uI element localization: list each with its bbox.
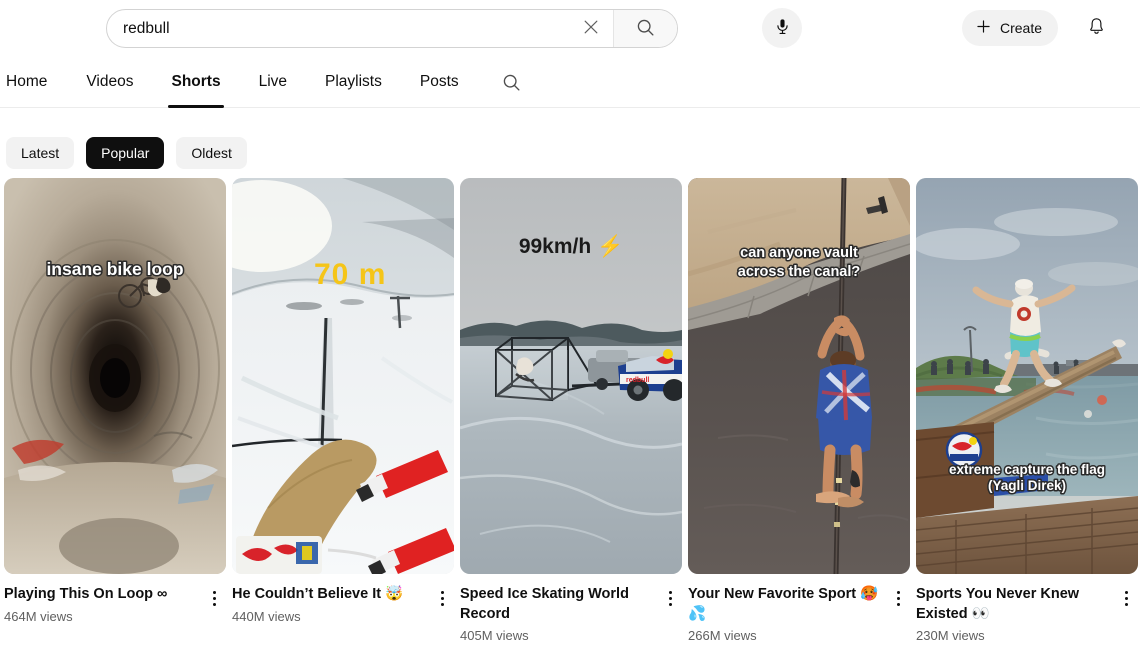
tunnel-bike-loop-image: insane bike loop xyxy=(4,178,226,574)
shorts-thumbnail[interactable]: redbull 99km/h ⚡ xyxy=(460,178,682,574)
greased-pole-pier-image: extreme capture the flag (Yagli Direk) e… xyxy=(916,178,1138,574)
search-input[interactable] xyxy=(107,10,569,47)
shorts-meta: Your New Favorite Sport 🥵💦 266M views xyxy=(688,574,910,643)
shorts-thumbnail[interactable]: can anyone vault across the canal? can a… xyxy=(688,178,910,574)
more-options-button[interactable] xyxy=(886,586,910,610)
svg-text:across the canal?: across the canal? xyxy=(738,264,861,280)
tab-playlists[interactable]: Playlists xyxy=(306,57,401,108)
close-icon xyxy=(581,17,601,40)
tab-shorts[interactable]: Shorts xyxy=(152,57,239,108)
video-title[interactable]: Your New Favorite Sport 🥵💦 xyxy=(688,585,884,624)
more-options-button[interactable] xyxy=(430,586,454,610)
search-submit-button[interactable] xyxy=(613,10,677,47)
create-button-label: Create xyxy=(1000,20,1043,36)
chip-popular[interactable]: Popular xyxy=(86,136,165,169)
chip-popular-label: Popular xyxy=(101,144,150,161)
chip-oldest-label: Oldest xyxy=(191,144,232,161)
shorts-card: can anyone vault across the canal? can a… xyxy=(688,178,910,643)
bell-icon xyxy=(1086,16,1107,40)
more-options-button[interactable] xyxy=(658,586,682,610)
more-options-button[interactable] xyxy=(202,586,226,610)
voice-search-button[interactable] xyxy=(762,8,802,48)
shorts-card: redbull 99km/h ⚡ Speed Ice Skating World… xyxy=(460,178,682,643)
svg-text:can anyone vault: can anyone vault xyxy=(740,245,858,261)
thumbnail-caption: insane bike loop xyxy=(46,259,183,279)
search-icon xyxy=(635,17,656,41)
shorts-card: extreme capture the flag (Yagli Direk) e… xyxy=(916,178,1138,643)
shorts-card: 70 m He Couldn’t Believe It 🤯 440M views xyxy=(232,178,454,643)
more-options-button[interactable] xyxy=(1114,586,1138,610)
tab-videos[interactable]: Videos xyxy=(67,57,152,108)
tab-live-label: Live xyxy=(258,73,288,90)
tab-home-label: Home xyxy=(6,73,48,90)
shorts-thumbnail[interactable]: 70 m xyxy=(232,178,454,574)
create-button[interactable]: Create xyxy=(962,10,1059,46)
sort-filter-chips: Latest Popular Oldest xyxy=(0,108,1140,178)
tab-shorts-label: Shorts xyxy=(171,73,221,90)
svg-text:(Yagli Direk): (Yagli Direk) xyxy=(988,478,1066,493)
tab-playlists-label: Playlists xyxy=(325,73,382,90)
shorts-grid: insane bike loop Playing This On Loop ∞ … xyxy=(0,178,1140,643)
clear-search-button[interactable] xyxy=(569,10,613,47)
video-view-count: 440M views xyxy=(232,608,301,624)
chip-latest-label: Latest xyxy=(21,144,60,161)
search-icon[interactable] xyxy=(496,66,528,98)
ice-speed-skating-image: redbull 99km/h ⚡ xyxy=(460,178,682,574)
top-bar: Create xyxy=(0,0,1140,57)
shorts-meta: Speed Ice Skating World Record 405M view… xyxy=(460,574,682,643)
shorts-thumbnail[interactable]: insane bike loop xyxy=(4,178,226,574)
notifications-button[interactable] xyxy=(1080,12,1112,44)
tab-videos-label: Videos xyxy=(86,73,134,90)
video-title[interactable]: Speed Ice Skating World Record xyxy=(460,585,656,624)
search-bar xyxy=(106,9,678,48)
shorts-meta: Sports You Never Knew Existed 👀 230M vie… xyxy=(916,574,1138,643)
pole-vault-canal-image: can anyone vault across the canal? can a… xyxy=(688,178,910,574)
video-title[interactable]: He Couldn’t Believe It 🤯 xyxy=(232,585,428,605)
shorts-meta: Playing This On Loop ∞ 464M views xyxy=(4,574,226,624)
video-view-count: 405M views xyxy=(460,628,529,644)
shorts-card: insane bike loop Playing This On Loop ∞ … xyxy=(4,178,226,643)
video-title[interactable]: Playing This On Loop ∞ xyxy=(4,585,200,605)
video-title[interactable]: Sports You Never Knew Existed 👀 xyxy=(916,585,1112,624)
plus-icon xyxy=(974,17,993,39)
video-view-count: 230M views xyxy=(916,628,985,644)
thumbnail-caption: 99km/h ⚡ xyxy=(519,233,623,259)
video-view-count: 266M views xyxy=(688,628,757,644)
svg-text:redbull: redbull xyxy=(626,377,649,384)
tab-home[interactable]: Home xyxy=(0,57,67,108)
tab-live[interactable]: Live xyxy=(240,57,306,108)
tab-posts[interactable]: Posts xyxy=(401,57,478,108)
tab-posts-label: Posts xyxy=(419,73,459,90)
thumbnail-caption: 70 m xyxy=(314,258,386,291)
chip-latest[interactable]: Latest xyxy=(6,136,75,169)
svg-text:extreme capture the flag: extreme capture the flag xyxy=(949,462,1105,477)
microphone-icon xyxy=(773,17,792,39)
content-type-tabs: Home Videos Shorts Live Playlists Posts xyxy=(0,57,1140,108)
shorts-thumbnail[interactable]: extreme capture the flag (Yagli Direk) e… xyxy=(916,178,1138,574)
chip-oldest[interactable]: Oldest xyxy=(176,136,247,169)
video-view-count: 464M views xyxy=(4,608,73,624)
pov-ski-snow-image: 70 m xyxy=(232,178,454,574)
shorts-meta: He Couldn’t Believe It 🤯 440M views xyxy=(232,574,454,624)
